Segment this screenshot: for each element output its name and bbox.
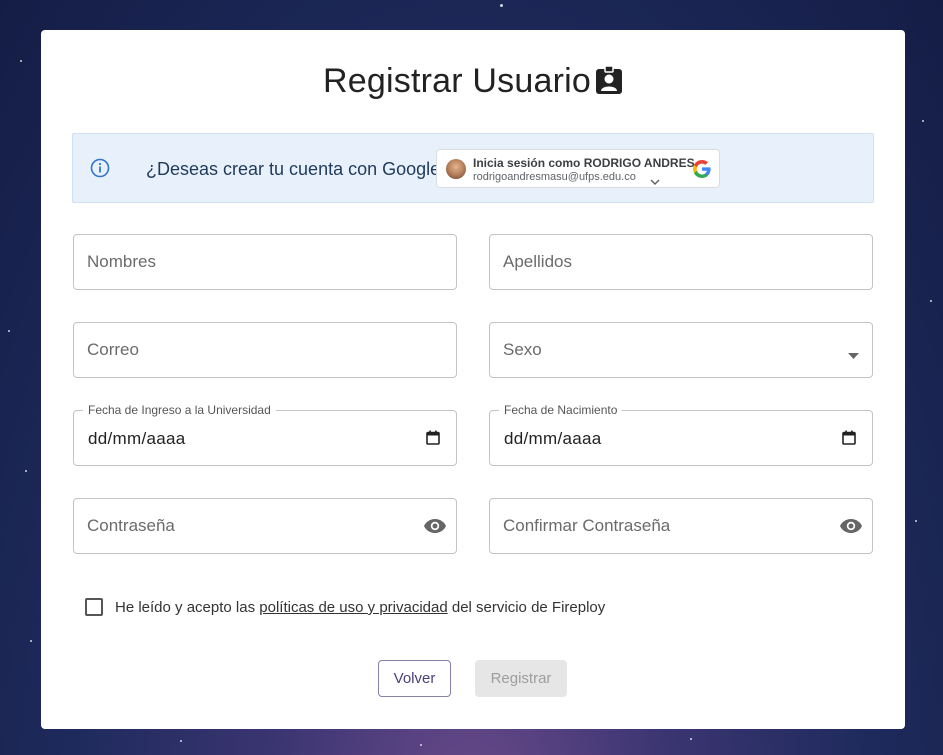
correo-placeholder: Correo [87, 340, 139, 359]
confirmar-contrasena-placeholder: Confirmar Contraseña [503, 516, 671, 535]
sexo-placeholder: Sexo [503, 340, 542, 359]
register-button[interactable]: Registrar [475, 660, 567, 697]
eye-icon[interactable] [839, 518, 863, 539]
dropdown-arrow-icon[interactable] [848, 346, 859, 364]
google-signin-button[interactable]: Inicia sesión como RODRIGO ANDRES rodrig… [436, 149, 720, 188]
contact-badge-icon [595, 65, 623, 100]
terms-checkbox[interactable] [85, 598, 103, 616]
terms-suffix: del servicio de Fireploy [451, 599, 606, 616]
confirmar-contrasena-field[interactable]: Confirmar Contraseña [489, 498, 873, 554]
sexo-select[interactable]: Sexo [489, 322, 873, 378]
fecha-nacimiento-field[interactable]: Fecha de Nacimiento dd/mm/aaaa [489, 403, 873, 466]
google-question: ¿Deseas crear tu cuenta con Google? [146, 159, 451, 179]
terms-text: He leído y acepto las políticas de uso y… [115, 599, 605, 616]
fecha-ingreso-label: Fecha de Ingreso a la Universidad [83, 403, 276, 417]
info-icon [90, 158, 110, 183]
apellidos-field[interactable]: Apellidos [489, 234, 873, 290]
fecha-nacimiento-label: Fecha de Nacimiento [499, 403, 623, 417]
page-title: Registrar Usuario [323, 62, 591, 100]
calendar-icon[interactable] [842, 430, 856, 450]
register-card: Registrar Usuario ¿Deseas crear tu cuent… [41, 30, 905, 729]
avatar [446, 159, 466, 179]
chevron-down-icon[interactable] [650, 173, 660, 191]
correo-field[interactable]: Correo [73, 322, 457, 378]
fecha-nacimiento-value: dd/mm/aaaa [504, 429, 602, 448]
eye-icon[interactable] [423, 518, 447, 539]
contrasena-placeholder: Contraseña [87, 516, 175, 535]
apellidos-placeholder: Apellidos [503, 252, 572, 271]
nombres-placeholder: Nombres [87, 252, 156, 271]
back-button[interactable]: Volver [378, 660, 451, 697]
terms-prefix: He leído y acepto las [115, 599, 256, 616]
privacy-policy-link[interactable]: políticas de uso y privacidad [259, 599, 447, 616]
fecha-ingreso-value: dd/mm/aaaa [88, 429, 186, 448]
google-logo-icon [692, 159, 712, 184]
contrasena-field[interactable]: Contraseña [73, 498, 457, 554]
calendar-icon[interactable] [426, 430, 440, 450]
title-row: Registrar Usuario [41, 62, 905, 101]
google-signin-name: Inicia sesión como RODRIGO ANDRES [473, 156, 695, 170]
nombres-field[interactable]: Nombres [73, 234, 457, 290]
google-signin-email: rodrigoandresmasu@ufps.edu.co [473, 171, 636, 183]
google-signup-banner: ¿Deseas crear tu cuenta con Google? Inic… [72, 133, 874, 203]
fecha-ingreso-field[interactable]: Fecha de Ingreso a la Universidad dd/mm/… [73, 403, 457, 466]
